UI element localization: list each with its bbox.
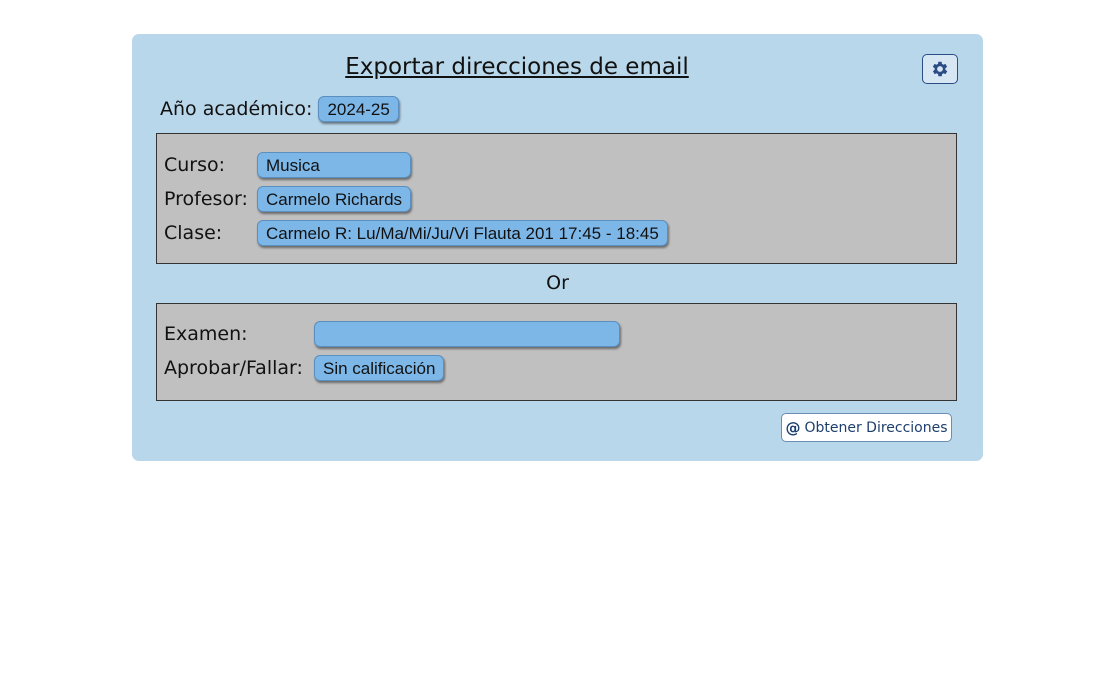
passfail-select[interactable]: Sin calificación (314, 355, 445, 381)
class-row: Clase: Carmelo R: Lu/Ma/Mi/Ju/Vi Flauta … (164, 220, 668, 246)
get-addresses-button[interactable]: @ Obtener Direcciones (781, 413, 952, 442)
class-label: Clase: (164, 222, 223, 244)
course-label: Curso: (164, 154, 226, 176)
academic-year-row: Año académico: 2024-25 (160, 96, 399, 122)
export-panel: Exportar direcciones de email Año académ… (132, 34, 983, 461)
academic-year-select[interactable]: 2024-25 (318, 96, 399, 122)
exam-select[interactable] (314, 321, 620, 347)
settings-button[interactable] (922, 54, 958, 84)
class-filter-box: Curso: Musica Profesor: Carmelo Richards… (156, 133, 957, 264)
course-select[interactable]: Musica (257, 152, 411, 178)
page-title: Exportar direcciones de email (345, 54, 689, 80)
gear-icon (932, 61, 948, 77)
academic-year-label: Año académico: (160, 98, 313, 120)
course-row: Curso: Musica (164, 152, 411, 178)
get-addresses-label: Obtener Direcciones (804, 419, 948, 436)
passfail-label: Aprobar/Fallar: (164, 357, 303, 379)
teacher-row: Profesor: Carmelo Richards (164, 186, 412, 212)
teacher-select[interactable]: Carmelo Richards (257, 186, 412, 212)
exam-label: Examen: (164, 323, 248, 345)
teacher-label: Profesor: (164, 188, 248, 210)
at-icon: @ (785, 418, 801, 437)
passfail-row: Aprobar/Fallar: Sin calificación (164, 355, 445, 381)
exam-row: Examen: (164, 321, 620, 347)
exam-filter-box: Examen: Aprobar/Fallar: Sin calificación (156, 303, 957, 401)
class-select[interactable]: Carmelo R: Lu/Ma/Mi/Ju/Vi Flauta 201 17:… (257, 220, 668, 246)
or-separator: Or (546, 272, 569, 294)
